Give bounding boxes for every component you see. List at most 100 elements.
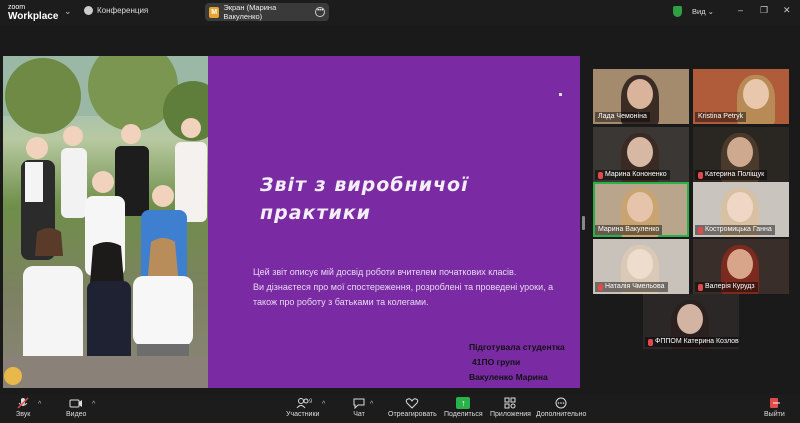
apps-icon — [504, 397, 516, 409]
close-button[interactable]: ✕ — [783, 5, 791, 16]
participant-tile[interactable]: Катерина Поліщук — [693, 127, 789, 182]
participant-face — [627, 192, 653, 222]
participants-label: Участники — [286, 411, 320, 418]
participant-name: Наталія Чмельова — [605, 283, 665, 290]
participant-face — [627, 249, 653, 279]
participant-name: Катерина Поліщук — [705, 171, 765, 178]
slide-title-line1: Звіт з виробничої — [260, 174, 469, 196]
cursor-mark — [559, 93, 562, 96]
shared-slide: Звіт з виробничої практики Цей звіт опис… — [3, 56, 580, 388]
maximize-button[interactable]: ❐ — [760, 5, 768, 16]
view-button[interactable]: Вид ⌄ — [692, 7, 714, 16]
participant-name: ФППОМ Катерина Козлова — [655, 338, 739, 345]
participant-tile[interactable]: Лада Чемоніна — [593, 69, 689, 124]
participant-tile-active[interactable]: Марина Вакуленко — [593, 182, 689, 237]
meeting-stage: Звіт з виробничої практики Цей звіт опис… — [0, 25, 800, 395]
participant-name-tag: Лада Чемоніна — [595, 112, 650, 122]
participant-name-tag: Валерія Курудз — [695, 282, 758, 292]
participant-tile[interactable]: Марина Кононенко — [593, 127, 689, 182]
mic-muted-icon — [698, 226, 703, 234]
sharer-avatar-badge: M — [209, 6, 220, 18]
participant-name: Валерія Курудз — [705, 283, 755, 290]
share-screen-button[interactable]: ↑ Поделиться — [444, 397, 483, 418]
participant-tile[interactable]: Костромицька Ганна — [693, 182, 789, 237]
participants-icon — [296, 398, 309, 409]
participants-button[interactable]: Участники — [286, 397, 319, 418]
participants-count: 9 — [309, 399, 313, 405]
share-label: Поделиться — [444, 411, 483, 418]
author-line1: Підготувала студентка — [469, 342, 565, 352]
share-arrow-icon: ↑ — [456, 397, 471, 409]
apps-label: Приложения — [490, 411, 531, 418]
audio-label: Звук — [16, 411, 31, 418]
participant-tile[interactable]: ФППОМ Катерина Козлова — [643, 294, 739, 349]
audio-options-caret-icon[interactable]: ^ — [38, 401, 41, 408]
minimize-button[interactable]: – — [738, 5, 743, 15]
participant-name: Костромицька Ганна — [705, 226, 772, 233]
participant-face — [743, 79, 769, 109]
mic-muted-icon — [648, 338, 653, 346]
slide-title: Звіт з виробничої практики — [260, 171, 540, 227]
view-label: Вид — [692, 7, 706, 16]
chat-icon — [353, 398, 365, 409]
more-label: Дополнительно — [536, 411, 587, 418]
video-options-caret-icon[interactable]: ^ — [92, 401, 95, 408]
participant-face — [727, 137, 753, 167]
participant-name: Лада Чемоніна — [598, 113, 647, 120]
audio-button[interactable]: Звук — [16, 397, 30, 418]
slide-author: Підготувала студентка 41ПО групи Вакулен… — [469, 340, 565, 385]
leave-icon — [770, 398, 781, 408]
participant-name-tag: Марина Вакуленко — [595, 225, 663, 235]
class-photo — [3, 56, 208, 388]
more-options-icon[interactable]: ••• — [315, 7, 325, 17]
participant-name-tag: ФППОМ Катерина Козлова — [645, 337, 739, 347]
conference-label: Конференция — [97, 6, 149, 15]
react-label: Отреагировать — [388, 411, 437, 418]
mic-muted-icon — [17, 397, 29, 409]
slide-body-line2: Ви дізнаєтеся про мої спостереження, роз… — [253, 282, 554, 292]
splitter-handle[interactable] — [582, 216, 585, 230]
participant-name-tag: Наталія Чмельова — [595, 282, 668, 292]
participant-name-tag: Kristina Petryk — [695, 112, 747, 122]
participant-face — [677, 304, 703, 334]
participant-tile[interactable]: Наталія Чмельова — [593, 239, 689, 294]
react-button[interactable]: Отреагировать — [388, 397, 437, 418]
participant-tile[interactable]: Валерія Курудз — [693, 239, 789, 294]
chat-button[interactable]: Чат — [352, 397, 366, 418]
meeting-toolbar: Звук ^ Видео ^ Участники 9 ^ Чат ^ Отреа… — [0, 395, 800, 423]
author-line2: 41ПО групи — [472, 357, 521, 367]
participant-name: Марина Вакуленко — [598, 226, 660, 233]
author-line3: Вакуленко Марина — [469, 372, 548, 382]
top-bar: zoom Workplace ⌄ Конференция M Экран (Ма… — [0, 0, 800, 25]
more-icon — [555, 397, 567, 409]
video-button[interactable]: Видео — [66, 397, 86, 418]
apps-button[interactable]: Приложения — [490, 397, 531, 418]
participant-name-tag: Костромицька Ганна — [695, 225, 775, 235]
leave-label: Выйти — [764, 411, 785, 418]
slide-body: Цей звіт описує мій досвід роботи вчител… — [253, 265, 573, 310]
participant-face — [727, 249, 753, 279]
slide-body-line1: Цей звіт описує мій досвід роботи вчител… — [253, 267, 517, 277]
chevron-down-icon[interactable]: ⌄ — [64, 6, 72, 17]
more-button[interactable]: Дополнительно — [536, 397, 586, 418]
heart-reaction-icon — [406, 398, 419, 409]
slide-body-line3: також про роботу з батьками та колегами. — [253, 297, 429, 307]
chat-options-caret-icon[interactable]: ^ — [370, 401, 373, 408]
security-shield-icon[interactable] — [673, 6, 682, 17]
participant-name: Kristina Petryk — [698, 113, 744, 120]
mic-muted-icon — [698, 171, 703, 179]
people-icon — [84, 6, 93, 15]
mic-muted-icon — [598, 283, 603, 291]
conference-button[interactable]: Конференция — [84, 6, 148, 15]
screen-share-indicator[interactable]: M Экран (Марина Вакуленко) ••• — [205, 3, 329, 21]
participant-tile[interactable]: Kristina Petryk — [693, 69, 789, 124]
participant-face — [727, 192, 753, 222]
video-label: Видео — [66, 411, 87, 418]
participant-name: Марина Кононенко — [605, 171, 667, 178]
slide-title-line2: практики — [260, 202, 371, 224]
zoom-workplace-logo[interactable]: zoom Workplace — [8, 3, 58, 22]
video-camera-icon — [69, 399, 83, 408]
mic-muted-icon — [698, 283, 703, 291]
participants-options-caret-icon[interactable]: ^ — [322, 401, 325, 408]
leave-button[interactable]: Выйти — [764, 397, 785, 418]
